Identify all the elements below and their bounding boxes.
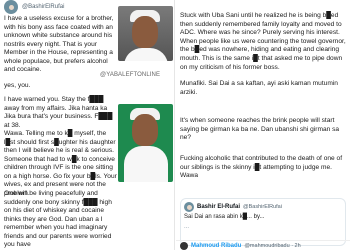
left-post-1: I have a useless excuse for a brother, w… (4, 15, 114, 73)
left-tweet-header: @BashirElRufai (4, 0, 64, 14)
quoted-tweet[interactable]: Bashir El-Rufai @BashirElRufai Sai Dai a… (180, 198, 346, 246)
quoted-tweet-header: Bashir El-Rufai @BashirElRufai (184, 202, 342, 212)
profile-photo-gray (118, 6, 173, 61)
left-post-3: I have warned you. Stay the f███ away fr… (4, 96, 113, 129)
quoted-text: Sai Dai an rasa abin k█... by... (184, 214, 265, 220)
right-post-2: Munafiki. Sai Dai a sa kaftan, ayi aski … (180, 80, 338, 96)
left-screenshot-panel: @BashirElRufai I have a useless excuse f… (0, 0, 175, 250)
quoted-author-name: Bashir El-Rufai (197, 204, 241, 210)
avatar[interactable] (180, 241, 188, 250)
quoted-author-handle: @BashirElRufai (243, 204, 282, 210)
avatar (184, 202, 194, 212)
left-post-4: Wawa. Telling me to k█ myself, the l█st … (4, 130, 117, 197)
left-post-5: One will be living peacefully and sudden… (4, 190, 112, 248)
left-post-2: yes, you. (4, 82, 31, 89)
right-post-1: Stuck with Uba Sani until he realized he… (180, 12, 346, 71)
right-screenshot-panel: Stuck with Uba Sani until he realized he… (176, 0, 350, 250)
next-author-name[interactable]: Mahmoud Ribadu (191, 243, 241, 249)
quoted-more: ... (184, 223, 190, 230)
avatar[interactable] (4, 0, 18, 14)
watermark-tag: @YABALEFTONLINE (100, 72, 161, 78)
next-author-handle: @mahmoudribadu · 2h (244, 242, 301, 249)
right-post-4: Fucking alcoholic that contributed to th… (180, 155, 343, 180)
left-handle[interactable]: @BashirElRufai (22, 4, 64, 10)
right-post-3: It's when someone reaches the brink peop… (180, 117, 340, 142)
profile-photo-green (118, 104, 173, 182)
next-tweet-header[interactable]: Mahmoud Ribadu @mahmoudribadu · 2h (176, 240, 350, 250)
